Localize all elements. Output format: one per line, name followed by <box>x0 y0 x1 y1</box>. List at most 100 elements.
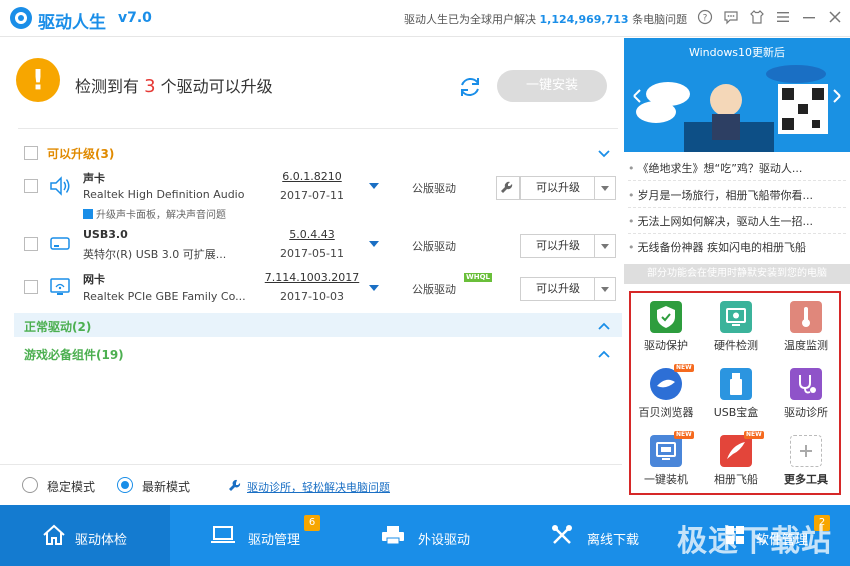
driver-date: 2017-10-03 <box>280 290 344 303</box>
latest-mode-label[interactable]: 最新模式 <box>142 478 190 495</box>
warning-exclamation-icon: ! <box>16 58 60 102</box>
monitor-icon <box>720 301 752 333</box>
stable-mode-radio[interactable] <box>22 477 38 493</box>
silent-install-notice: 部分功能会在使用时静默安装到您的电脑 <box>624 264 850 284</box>
help-icon[interactable]: ? <box>696 9 714 27</box>
select-all-upgradable-checkbox[interactable] <box>24 146 38 160</box>
tool-more[interactable]: 更多工具 <box>771 431 841 497</box>
driver-version-link[interactable]: 7.114.1003.2017 <box>262 271 362 284</box>
app-logo-icon <box>10 7 32 29</box>
tool-label: 温度监测 <box>784 339 828 352</box>
version-dropdown-icon[interactable] <box>369 241 379 247</box>
usb-icon <box>720 368 752 400</box>
chevron-down-icon[interactable] <box>597 146 611 160</box>
tool-label: USB宝盒 <box>713 406 759 419</box>
chevron-up-icon[interactable] <box>597 318 611 332</box>
network-icon <box>48 276 72 298</box>
tool-hardware-check[interactable]: 硬件检测 <box>701 297 771 363</box>
version-dropdown-icon[interactable] <box>369 183 379 189</box>
upgrade-options-arrow-icon[interactable] <box>594 235 615 257</box>
tool-label: 驱动保护 <box>644 339 688 352</box>
site-watermark: 极速下载站 <box>677 524 832 559</box>
upgrade-button[interactable]: 可以升级 <box>520 277 616 301</box>
latest-mode-radio[interactable] <box>117 477 133 493</box>
tool-temperature[interactable]: 温度监测 <box>771 297 841 363</box>
driver-date: 2017-05-11 <box>280 247 344 260</box>
driver-description: Realtek High Definition Audio <box>83 188 245 201</box>
news-link[interactable]: 无法上网如何解决，驱动人生一招... <box>628 213 814 229</box>
news-link[interactable]: 岁月是一场旅行，相册飞船带你看... <box>628 187 814 203</box>
promo-banner[interactable]: Windows10更新后 <box>624 38 850 152</box>
wrench-tool-button[interactable] <box>496 176 520 200</box>
tool-photo-airship[interactable]: NEW 相册飞船 <box>701 431 771 497</box>
stable-mode-label[interactable]: 稳定模式 <box>47 478 95 495</box>
upgrade-button-label: 可以升级 <box>536 239 580 252</box>
divider <box>628 233 846 234</box>
option-checkbox[interactable] <box>83 209 93 219</box>
driver-row-checkbox[interactable] <box>24 237 38 251</box>
news-link[interactable]: 无线备份神器 疾如闪电的相册飞船 <box>628 239 807 255</box>
install-pc-icon <box>650 435 682 467</box>
laptop-icon <box>210 524 235 546</box>
upgrade-button-label: 可以升级 <box>536 282 580 295</box>
driver-type: 公版驱动 <box>412 182 456 195</box>
tool-browser[interactable]: NEW 百贝浏览器 <box>631 364 701 430</box>
nav-offline-download[interactable]: 离线下载 <box>510 505 680 566</box>
skin-icon[interactable] <box>748 9 766 27</box>
shield-check-icon <box>650 301 682 333</box>
driver-name: 网卡 <box>83 273 105 286</box>
driver-version-link[interactable]: 6.0.1.8210 <box>272 170 352 183</box>
usb-drive-icon <box>48 233 72 255</box>
minimize-icon[interactable] <box>800 9 818 27</box>
chevron-up-icon[interactable] <box>597 346 611 360</box>
nav-driver-check[interactable]: 驱动体检 <box>0 505 170 566</box>
nav-label: 驱动体检 <box>75 533 128 548</box>
driver-version-link[interactable]: 5.0.4.43 <box>272 228 352 241</box>
driver-option[interactable]: 升级声卡面板，解决声音问题 <box>83 206 226 221</box>
section-game-title[interactable]: 游戏必备组件(19) <box>24 346 124 363</box>
upgrade-button[interactable]: 可以升级 <box>520 234 616 258</box>
close-icon[interactable] <box>826 9 844 27</box>
refresh-icon[interactable] <box>456 73 484 101</box>
driver-clinic-link[interactable]: 驱动诊所，轻松解决电脑问题 <box>247 479 390 495</box>
new-badge: NEW <box>674 364 694 372</box>
chat-icon[interactable] <box>722 9 740 27</box>
alert-prefix: 检测到有 <box>75 77 140 96</box>
count-badge: 6 <box>304 515 320 531</box>
nav-driver-manage[interactable]: 驱动管理 6 <box>170 505 340 566</box>
tool-driver-protect[interactable]: 驱动保护 <box>631 297 701 363</box>
upgrade-options-arrow-icon[interactable] <box>594 278 615 300</box>
upgrade-options-arrow-icon[interactable] <box>594 177 615 199</box>
tool-label: 更多工具 <box>784 473 828 486</box>
driver-date: 2017-07-11 <box>280 189 344 202</box>
tools-grid: 驱动保护 硬件检测 温度监测 NEW 百贝浏览器 USB宝盒 驱动诊所 NEW … <box>629 291 841 495</box>
divider <box>628 180 846 181</box>
thermometer-icon <box>790 301 822 333</box>
title-bar: 驱动人生 v7.0 驱动人生已为全球用户解决 1,124,969,713 条电脑… <box>0 0 850 37</box>
menu-icon[interactable] <box>774 9 792 27</box>
driver-row-checkbox[interactable] <box>24 179 38 193</box>
browser-icon <box>650 368 682 400</box>
driver-type: 公版驱动 <box>412 240 456 253</box>
whql-badge: WHQL <box>464 273 492 282</box>
section-normal-band[interactable] <box>14 313 622 337</box>
tool-label: 硬件检测 <box>714 339 758 352</box>
one-click-install-button[interactable]: 一键安装 <box>497 70 607 102</box>
tool-usb-box[interactable]: USB宝盒 <box>701 364 771 430</box>
upgrade-button[interactable]: 可以升级 <box>520 176 616 200</box>
section-upgradable-title[interactable]: 可以升级(3) <box>47 145 114 162</box>
tool-driver-clinic[interactable]: 驱动诊所 <box>771 364 841 430</box>
app-name: 驱动人生 <box>38 13 106 33</box>
news-link[interactable]: 《绝地求生》想“吃”鸡？驱动人... <box>628 160 803 176</box>
driver-row-checkbox[interactable] <box>24 280 38 294</box>
driver-description: Realtek PCIe GBE Family Co... <box>83 290 246 303</box>
version-dropdown-icon[interactable] <box>369 285 379 291</box>
speaker-icon <box>48 175 72 197</box>
section-normal-title[interactable]: 正常驱动(2) <box>24 318 91 335</box>
nav-label: 驱动管理 <box>248 533 301 548</box>
tools-icon <box>550 524 574 546</box>
driver-name: 声卡 <box>83 172 105 185</box>
plus-icon <box>790 435 822 467</box>
nav-peripheral-drivers[interactable]: 外设驱动 <box>340 505 510 566</box>
tool-one-click-install[interactable]: NEW 一键装机 <box>631 431 701 497</box>
